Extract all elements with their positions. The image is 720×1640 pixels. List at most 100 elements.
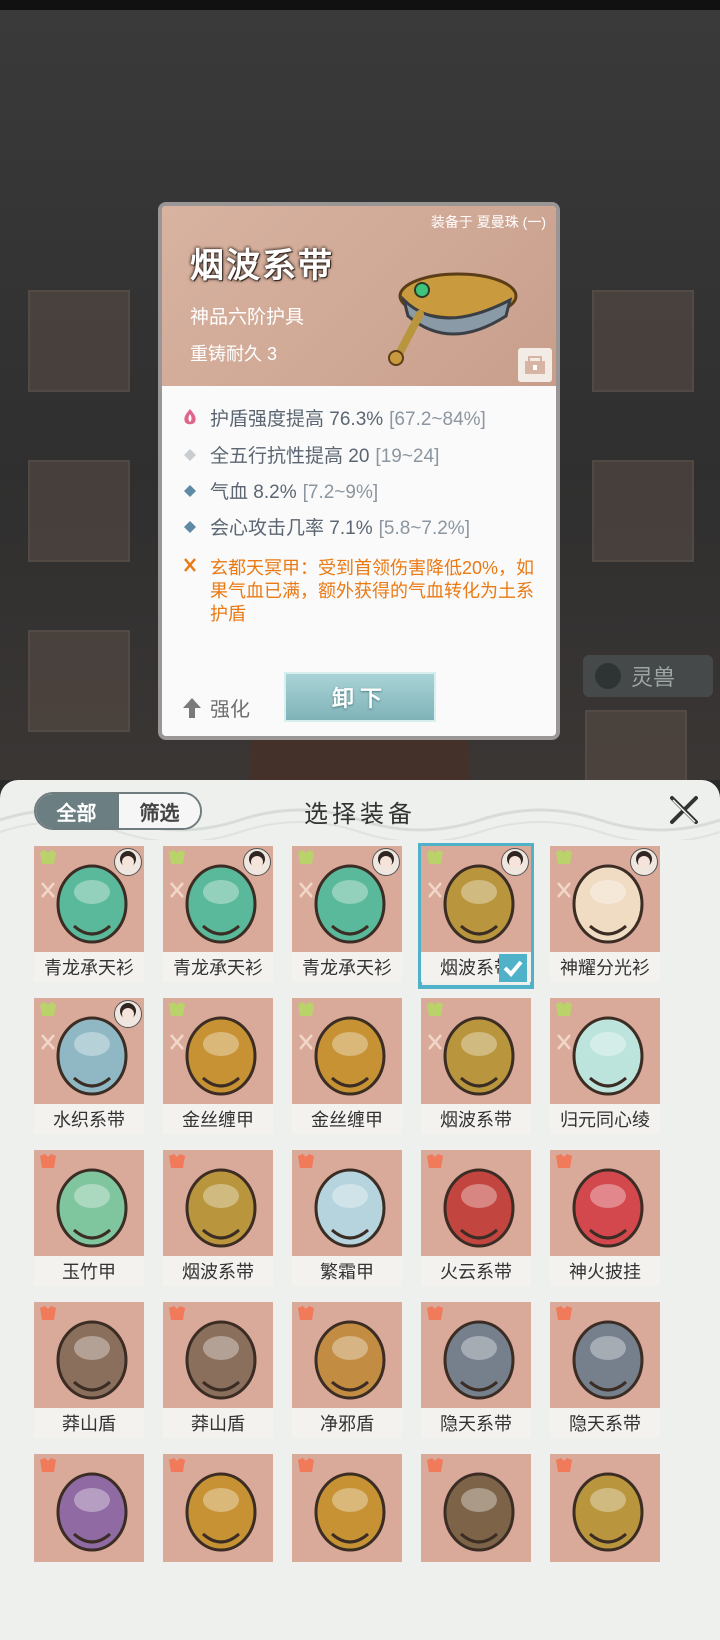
armor-type-icon [167, 1306, 187, 1322]
enhance-label: 强化 [210, 699, 250, 721]
armor-type-icon [296, 850, 316, 866]
equipment-card[interactable]: 净邪盾 [292, 1302, 402, 1442]
equipment-name: 烟波系带 [163, 1256, 273, 1286]
equipment-card[interactable]: 神火披挂 [550, 1150, 660, 1290]
equipment-name: 神火披挂 [550, 1256, 660, 1286]
set-bonus-icon [167, 1032, 187, 1052]
equipment-card[interactable]: 玉竹甲 [34, 1150, 144, 1290]
attribute-range: [5.8~7.2%] [378, 518, 470, 539]
equipment-card[interactable]: 青龙承天衫 [163, 846, 273, 986]
panel-title: 选择装备 [304, 801, 416, 828]
owner-avatar [501, 848, 529, 876]
equipment-name: 火云系带 [421, 1256, 531, 1286]
enhance-button[interactable]: 强化 [182, 693, 250, 722]
equipment-card[interactable] [550, 1454, 660, 1594]
equipment-card[interactable]: 金丝缠甲 [163, 998, 273, 1138]
equipment-card[interactable]: 金丝缠甲 [292, 998, 402, 1138]
armor-type-icon [38, 1002, 58, 1018]
set-bonus-icon [38, 880, 58, 900]
armor-type-icon [167, 1458, 187, 1474]
equipment-slot-weapon[interactable] [28, 290, 130, 392]
item-detail-header: 装备于 夏曼珠 (一) 烟波系带 神品六阶护具 重铸耐久 3 [162, 206, 556, 386]
equipment-name: 隐天系带 [421, 1408, 531, 1438]
equipment-card[interactable]: 青龙承天衫 [34, 846, 144, 986]
equipment-name: 金丝缠甲 [163, 1104, 273, 1134]
armor-type-icon [167, 850, 187, 866]
armor-type-icon [554, 1306, 574, 1322]
set-bonus-icon [554, 880, 574, 900]
equipment-card[interactable]: 火云系带 [421, 1150, 531, 1290]
set-bonus-icon [425, 880, 445, 900]
equipment-name: 玉竹甲 [34, 1256, 144, 1286]
equipment-slot-accessory[interactable] [592, 290, 694, 392]
equipment-card[interactable] [34, 1454, 144, 1594]
equipment-slot-extra[interactable] [585, 710, 687, 784]
attribute-range: [19~24] [375, 446, 440, 467]
armor-type-icon [296, 1306, 316, 1322]
status-bar [0, 0, 720, 10]
equipment-name: 烟波系带 [421, 1104, 531, 1134]
equipment-card[interactable]: 青龙承天衫 [292, 846, 402, 986]
armor-type-icon [554, 1458, 574, 1474]
equipment-card[interactable]: 归元同心绫 [550, 998, 660, 1138]
equipment-name: 神耀分光衫 [550, 952, 660, 982]
equipment-name: 青龙承天衫 [292, 952, 402, 982]
close-icon[interactable] [666, 792, 702, 828]
equipment-card[interactable]: 烟波系带 [418, 843, 534, 989]
check-icon [499, 954, 527, 982]
equipment-card[interactable]: 莽山盾 [163, 1302, 273, 1442]
pet-tab[interactable]: 灵兽 [583, 655, 713, 697]
armor-type-icon [38, 850, 58, 866]
equipment-card[interactable] [163, 1454, 273, 1594]
armor-type-icon [425, 1458, 445, 1474]
set-bonus-icon [554, 1032, 574, 1052]
equipment-slot-belt[interactable] [28, 460, 130, 562]
armor-type-icon [425, 1306, 445, 1322]
lock-button[interactable] [518, 348, 552, 382]
armor-type-icon [425, 1154, 445, 1170]
equipment-name: 繁霜甲 [292, 1256, 402, 1286]
equipment-card[interactable] [292, 1454, 402, 1594]
equipment-card[interactable]: 神耀分光衫 [550, 846, 660, 986]
equipment-slot-helmet[interactable] [592, 460, 694, 562]
popup-footer: 强化 卸下 [162, 656, 556, 736]
owner-avatar [372, 848, 400, 876]
diamond-filled-icon [180, 517, 200, 541]
equipment-card[interactable]: 繁霜甲 [292, 1150, 402, 1290]
attribute-label: 护盾强度提高 76.3% [210, 409, 384, 430]
armor-type-icon [38, 1458, 58, 1474]
armor-type-icon [554, 1002, 574, 1018]
armor-type-icon [38, 1306, 58, 1322]
owner-avatar [243, 848, 271, 876]
equipment-card[interactable]: 莽山盾 [34, 1302, 144, 1442]
equipment-name: 水织系带 [34, 1104, 144, 1134]
equipment-name: 金丝缠甲 [292, 1104, 402, 1134]
equipment-card[interactable]: 烟波系带 [421, 998, 531, 1138]
set-bonus-row: 玄都天冥甲：受到首领伤害降低20%，如果气血已满，额外获得的气血转化为土系护盾 [180, 557, 538, 626]
equipment-card[interactable]: 隐天系带 [550, 1302, 660, 1442]
armor-type-icon [554, 1154, 574, 1170]
set-bonus-icon [296, 880, 316, 900]
armor-type-icon [167, 1002, 187, 1018]
unequip-button[interactable]: 卸下 [284, 672, 436, 722]
owner-avatar [114, 848, 142, 876]
equipment-name: 隐天系带 [550, 1408, 660, 1438]
set-bonus-icon [180, 557, 200, 580]
attribute-row: 会心攻击几率 7.1% [5.8~7.2%] [180, 517, 538, 541]
set-bonus-icon [296, 1032, 316, 1052]
equipment-card[interactable]: 烟波系带 [163, 1150, 273, 1290]
item-durability: 重铸耐久 3 [190, 344, 278, 364]
equipment-card[interactable]: 水织系带 [34, 998, 144, 1138]
attribute-range: [67.2~84%] [389, 409, 486, 430]
equipment-card[interactable]: 隐天系带 [421, 1302, 531, 1442]
equipment-slot-armor[interactable] [28, 630, 130, 732]
attribute-row: 全五行抗性提高 20 [19~24] [180, 445, 538, 469]
armor-type-icon [425, 1002, 445, 1018]
armor-type-icon [38, 1154, 58, 1170]
owner-avatar [630, 848, 658, 876]
equipment-card[interactable] [421, 1454, 531, 1594]
armor-type-icon [296, 1154, 316, 1170]
equipment-name: 青龙承天衫 [34, 952, 144, 982]
attribute-label: 会心攻击几率 7.1% [210, 518, 373, 539]
attribute-range: [7.2~9%] [302, 482, 379, 503]
